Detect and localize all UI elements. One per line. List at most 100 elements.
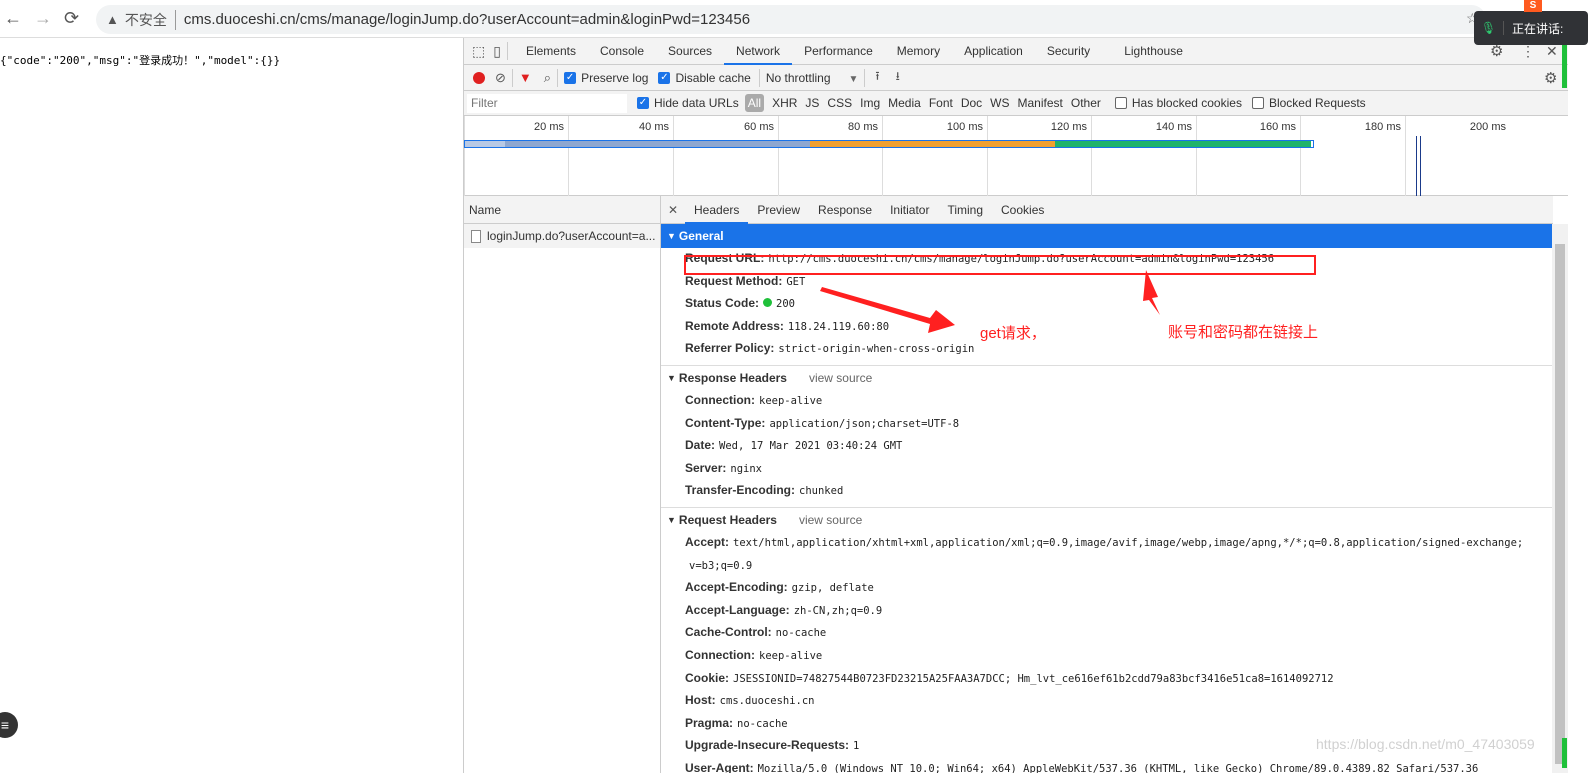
header-row: Remote Address: 118.24.119.60:80: [661, 316, 1553, 339]
header-row: v=b3;q=0.9: [661, 555, 1553, 578]
request-list: Name loginJump.do?userAccount=a...: [464, 196, 661, 773]
header-key: Upgrade-Insecure-Requests:: [685, 738, 850, 753]
general-section: ▼ General Request URL: http://cms.duoceshi…: [661, 224, 1553, 366]
extension-icon[interactable]: S: [1524, 0, 1542, 12]
url-text[interactable]: cms.duoceshi.cn/cms/manage/loginJump.do?…: [184, 11, 750, 28]
filter-type-js[interactable]: JS: [805, 96, 819, 110]
disable-cache-checkbox[interactable]: ✓ Disable cache: [658, 71, 751, 85]
preserve-log-checkbox[interactable]: ✓ Preserve log: [564, 71, 648, 85]
network-timeline[interactable]: 20 ms 40 ms 60 ms 80 ms 100 ms 120 ms 14…: [464, 116, 1568, 196]
network-toolbar: ⊘ ▼ ⌕ ✓ Preserve log ✓ Disable cache No th…: [464, 65, 1568, 91]
name-column-header[interactable]: Name: [464, 196, 660, 224]
header-key: Status Code:: [685, 296, 760, 311]
tab-elements[interactable]: Elements: [514, 38, 588, 65]
response-headers-header[interactable]: ▼ Response Headers view source: [661, 366, 1553, 390]
filter-type-all[interactable]: All: [744, 94, 765, 112]
header-row: Accept-Language: zh-CN,zh;q=0.9: [661, 600, 1553, 623]
hide-data-urls-checkbox[interactable]: ✓ Hide data URLs: [637, 96, 739, 110]
filter-type-ws[interactable]: WS: [990, 96, 1009, 110]
chevron-down-icon: ▼: [848, 73, 859, 85]
has-blocked-cookies-checkbox[interactable]: Has blocked cookies: [1114, 96, 1242, 110]
vertical-scrollbar[interactable]: [1552, 224, 1568, 773]
microphone-icon: 🎙: [1474, 21, 1504, 35]
side-indicator: [1562, 40, 1567, 88]
divider: [557, 68, 559, 87]
tab-response[interactable]: Response: [809, 196, 881, 224]
throttling-select[interactable]: No throttling ▼: [766, 71, 859, 85]
timeline-tick: 60 ms: [673, 116, 778, 196]
json-response: {"code":"200","msg":"登录成功！","model":{}}: [0, 54, 281, 67]
request-headers-header[interactable]: ▼ Request Headers view source: [661, 508, 1553, 532]
view-source-link[interactable]: view source: [799, 508, 862, 532]
page-content: {"code":"200","msg":"登录成功！","model":{}} …: [0, 38, 463, 773]
watermark: https://blog.csdn.net/m0_47403059: [1316, 736, 1535, 752]
account-note: 账号和密码都在链接上: [1168, 324, 1319, 341]
more-options-icon[interactable]: ⋮: [1521, 43, 1535, 60]
has-blocked-cookies-label: Has blocked cookies: [1131, 96, 1242, 110]
filter-input[interactable]: [467, 93, 627, 113]
header-key: Accept:: [685, 534, 730, 549]
filter-type-img[interactable]: Img: [860, 96, 880, 110]
checkbox-unchecked-icon: [1251, 97, 1264, 109]
header-value: GET: [786, 275, 806, 288]
triangle-down-icon: ▼: [667, 231, 676, 241]
back-button[interactable]: ←: [4, 8, 22, 29]
filter-type-media[interactable]: Media: [888, 96, 921, 110]
import-har-icon[interactable]: ⭱: [875, 67, 879, 88]
header-value: 1: [853, 740, 860, 753]
forward-button[interactable]: →: [34, 8, 52, 29]
filter-type-other[interactable]: Other: [1071, 96, 1101, 110]
get-note: get请求，: [980, 325, 1046, 342]
header-value: no-cache: [775, 627, 827, 640]
clear-icon[interactable]: ⊘: [495, 70, 506, 86]
security-label: 不安全: [125, 9, 176, 30]
tab-console[interactable]: Console: [588, 38, 656, 65]
tab-sources[interactable]: Sources: [656, 38, 724, 65]
close-devtools-icon[interactable]: ✕: [1546, 43, 1558, 60]
request-row[interactable]: loginJump.do?userAccount=a...: [464, 224, 660, 248]
header-key: Pragma:: [685, 715, 734, 730]
search-icon[interactable]: ⌕: [544, 70, 551, 86]
tab-initiator[interactable]: Initiator: [881, 196, 938, 224]
close-icon[interactable]: ✕: [661, 203, 685, 217]
throttling-value: No throttling: [765, 70, 831, 85]
tab-security[interactable]: Security: [1035, 38, 1102, 65]
tab-memory[interactable]: Memory: [885, 38, 952, 65]
record-icon[interactable]: [473, 71, 485, 84]
scrollbar-thumb[interactable]: [1555, 244, 1565, 764]
tab-cookies[interactable]: Cookies: [992, 196, 1053, 224]
inspect-element-icon[interactable]: ⬚: [472, 43, 485, 60]
tab-performance[interactable]: Performance: [792, 38, 885, 65]
tab-preview[interactable]: Preview: [748, 196, 809, 224]
export-har-icon[interactable]: ⭳: [896, 67, 900, 88]
filter-type-font[interactable]: Font: [929, 96, 953, 110]
device-toolbar-icon[interactable]: ▯: [493, 43, 501, 60]
header-value: chunked: [799, 485, 844, 498]
header-key: Remote Address:: [685, 318, 784, 333]
filter-type-xhr[interactable]: XHR: [772, 96, 797, 110]
header-value: JSESSIONID=74827544B0723FD23215A25FAA3A7…: [733, 672, 1334, 685]
filter-type-doc[interactable]: Doc: [961, 96, 982, 110]
filter-type-css[interactable]: CSS: [827, 96, 852, 110]
header-row: Pragma: no-cache: [661, 713, 1553, 736]
tab-application[interactable]: Application: [952, 38, 1035, 65]
filter-icon[interactable]: ▼: [519, 70, 532, 85]
tab-lighthouse[interactable]: Lighthouse: [1112, 38, 1195, 65]
address-bar[interactable]: ▲ 不安全 cms.duoceshi.cn/cms/manage/loginJu…: [96, 5, 1486, 34]
network-settings-gear-icon[interactable]: ⚙: [1544, 69, 1557, 87]
tab-network[interactable]: Network: [724, 38, 793, 65]
header-value: keep-alive: [759, 394, 823, 407]
header-key: Date:: [685, 438, 716, 453]
voice-indicator: 🎙 正在讲话:: [1474, 11, 1588, 45]
blocked-requests-checkbox[interactable]: Blocked Requests: [1251, 96, 1366, 110]
timeline-tick: 120 ms: [987, 116, 1091, 196]
reload-button[interactable]: ⟳: [64, 8, 79, 29]
general-header[interactable]: ▼ General: [661, 224, 1553, 248]
triangle-down-icon: ▼: [667, 372, 676, 383]
header-key: Content-Type:: [685, 415, 766, 430]
menu-icon[interactable]: ≡: [0, 712, 18, 738]
view-source-link[interactable]: view source: [809, 366, 872, 390]
tab-timing[interactable]: Timing: [938, 196, 992, 224]
filter-type-manifest[interactable]: Manifest: [1018, 96, 1063, 110]
tab-headers[interactable]: Headers: [685, 196, 749, 224]
